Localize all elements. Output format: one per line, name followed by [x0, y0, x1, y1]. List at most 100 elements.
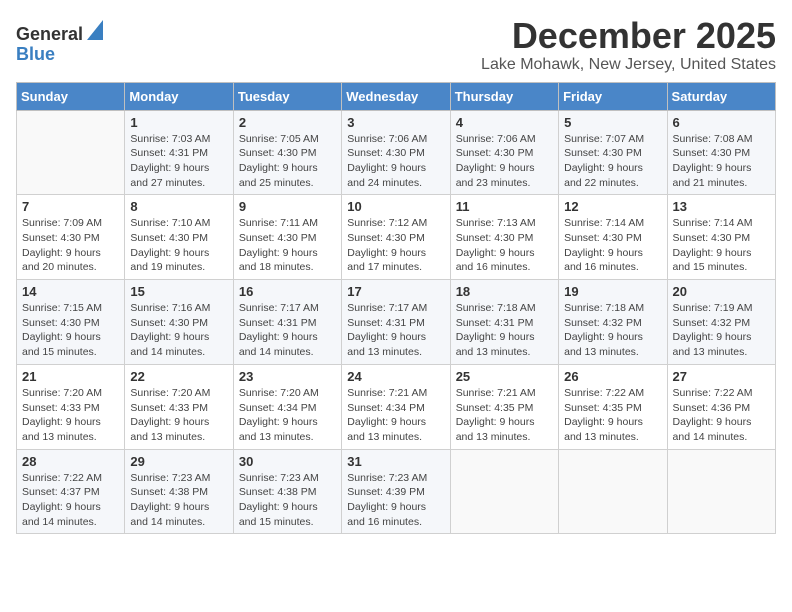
calendar-cell: 15 Sunrise: 7:16 AM Sunset: 4:30 PM Dayli… [125, 280, 233, 365]
day-number: 25 [456, 369, 553, 384]
day-info: Sunrise: 7:18 AM Sunset: 4:31 PM Dayligh… [456, 301, 553, 360]
title-area: December 2025 Lake Mohawk, New Jersey, U… [481, 16, 776, 74]
calendar-cell: 8 Sunrise: 7:10 AM Sunset: 4:30 PM Daylig… [125, 195, 233, 280]
calendar-cell: 25 Sunrise: 7:21 AM Sunset: 4:35 PM Dayli… [450, 364, 558, 449]
day-info: Sunrise: 7:19 AM Sunset: 4:32 PM Dayligh… [673, 301, 770, 360]
calendar-cell: 1 Sunrise: 7:03 AM Sunset: 4:31 PM Daylig… [125, 110, 233, 195]
calendar-cell: 4 Sunrise: 7:06 AM Sunset: 4:30 PM Daylig… [450, 110, 558, 195]
day-number: 14 [22, 284, 119, 299]
day-info: Sunrise: 7:14 AM Sunset: 4:30 PM Dayligh… [673, 216, 770, 275]
day-number: 22 [130, 369, 227, 384]
day-info: Sunrise: 7:16 AM Sunset: 4:30 PM Dayligh… [130, 301, 227, 360]
calendar-cell: 12Sunrise: 7:14 AM Sunset: 4:30 PM Dayli… [559, 195, 667, 280]
day-info: Sunrise: 7:10 AM Sunset: 4:30 PM Dayligh… [130, 216, 227, 275]
calendar-table: SundayMondayTuesdayWednesdayThursdayFrid… [16, 82, 776, 535]
calendar-cell: 2 Sunrise: 7:05 AM Sunset: 4:30 PM Daylig… [233, 110, 341, 195]
calendar-week-row: 28 Sunrise: 7:22 AM Sunset: 4:37 PM Dayli… [17, 449, 776, 534]
day-number: 27 [673, 369, 770, 384]
day-info: Sunrise: 7:20 AM Sunset: 4:33 PM Dayligh… [130, 386, 227, 445]
calendar-cell: 20 Sunrise: 7:19 AM Sunset: 4:32 PM Dayli… [667, 280, 775, 365]
day-number: 20 [673, 284, 770, 299]
calendar-cell: 16 Sunrise: 7:17 AM Sunset: 4:31 PM Dayli… [233, 280, 341, 365]
day-info: Sunrise: 7:12 AM Sunset: 4:30 PM Dayligh… [347, 216, 444, 275]
calendar-cell: 11 Sunrise: 7:13 AM Sunset: 4:30 PM Dayli… [450, 195, 558, 280]
day-number: 21 [22, 369, 119, 384]
day-number: 16 [239, 284, 336, 299]
calendar-cell: 31Sunrise: 7:23 AM Sunset: 4:39 PM Dayli… [342, 449, 450, 534]
day-number: 12 [564, 199, 661, 214]
day-info: Sunrise: 7:15 AM Sunset: 4:30 PM Dayligh… [22, 301, 119, 360]
day-info: Sunrise: 7:06 AM Sunset: 4:30 PM Dayligh… [456, 132, 553, 191]
calendar-week-row: 1 Sunrise: 7:03 AM Sunset: 4:31 PM Daylig… [17, 110, 776, 195]
day-info: Sunrise: 7:07 AM Sunset: 4:30 PM Dayligh… [564, 132, 661, 191]
day-number: 9 [239, 199, 336, 214]
day-info: Sunrise: 7:23 AM Sunset: 4:38 PM Dayligh… [239, 471, 336, 530]
calendar-cell: 30 Sunrise: 7:23 AM Sunset: 4:38 PM Dayli… [233, 449, 341, 534]
day-info: Sunrise: 7:17 AM Sunset: 4:31 PM Dayligh… [239, 301, 336, 360]
calendar-cell: 13Sunrise: 7:14 AM Sunset: 4:30 PM Dayli… [667, 195, 775, 280]
day-number: 10 [347, 199, 444, 214]
day-number: 17 [347, 284, 444, 299]
weekday-header-thursday: Thursday [450, 82, 558, 110]
calendar-cell: 29 Sunrise: 7:23 AM Sunset: 4:38 PM Dayli… [125, 449, 233, 534]
day-number: 4 [456, 115, 553, 130]
day-info: Sunrise: 7:11 AM Sunset: 4:30 PM Dayligh… [239, 216, 336, 275]
day-info: Sunrise: 7:18 AM Sunset: 4:32 PM Dayligh… [564, 301, 661, 360]
day-info: Sunrise: 7:22 AM Sunset: 4:35 PM Dayligh… [564, 386, 661, 445]
day-info: Sunrise: 7:17 AM Sunset: 4:31 PM Dayligh… [347, 301, 444, 360]
day-number: 6 [673, 115, 770, 130]
day-number: 24 [347, 369, 444, 384]
day-number: 11 [456, 199, 553, 214]
calendar-cell: 26 Sunrise: 7:22 AM Sunset: 4:35 PM Dayli… [559, 364, 667, 449]
day-info: Sunrise: 7:21 AM Sunset: 4:35 PM Dayligh… [456, 386, 553, 445]
weekday-header-friday: Friday [559, 82, 667, 110]
calendar-cell: 22 Sunrise: 7:20 AM Sunset: 4:33 PM Dayli… [125, 364, 233, 449]
day-number: 3 [347, 115, 444, 130]
logo-triangle-icon [87, 20, 103, 45]
calendar-cell: 7Sunrise: 7:09 AM Sunset: 4:30 PM Daylig… [17, 195, 125, 280]
calendar-cell: 27 Sunrise: 7:22 AM Sunset: 4:36 PM Dayli… [667, 364, 775, 449]
day-info: Sunrise: 7:05 AM Sunset: 4:30 PM Dayligh… [239, 132, 336, 191]
day-info: Sunrise: 7:20 AM Sunset: 4:34 PM Dayligh… [239, 386, 336, 445]
weekday-header-monday: Monday [125, 82, 233, 110]
day-info: Sunrise: 7:13 AM Sunset: 4:30 PM Dayligh… [456, 216, 553, 275]
logo-general-text: General [16, 25, 83, 43]
day-info: Sunrise: 7:23 AM Sunset: 4:38 PM Dayligh… [130, 471, 227, 530]
header: General Blue December 2025 Lake Mohawk, … [16, 16, 776, 74]
calendar-cell: 21Sunrise: 7:20 AM Sunset: 4:33 PM Dayli… [17, 364, 125, 449]
calendar-cell: 24Sunrise: 7:21 AM Sunset: 4:34 PM Dayli… [342, 364, 450, 449]
day-info: Sunrise: 7:03 AM Sunset: 4:31 PM Dayligh… [130, 132, 227, 191]
day-number: 1 [130, 115, 227, 130]
day-number: 5 [564, 115, 661, 130]
calendar-week-row: 14 Sunrise: 7:15 AM Sunset: 4:30 PM Dayli… [17, 280, 776, 365]
calendar-cell [667, 449, 775, 534]
calendar-cell [17, 110, 125, 195]
calendar-cell: 14 Sunrise: 7:15 AM Sunset: 4:30 PM Dayli… [17, 280, 125, 365]
calendar-cell: 6Sunrise: 7:08 AM Sunset: 4:30 PM Daylig… [667, 110, 775, 195]
calendar-cell: 9 Sunrise: 7:11 AM Sunset: 4:30 PM Daylig… [233, 195, 341, 280]
day-info: Sunrise: 7:09 AM Sunset: 4:30 PM Dayligh… [22, 216, 119, 275]
day-number: 8 [130, 199, 227, 214]
day-info: Sunrise: 7:22 AM Sunset: 4:36 PM Dayligh… [673, 386, 770, 445]
calendar-cell: 5 Sunrise: 7:07 AM Sunset: 4:30 PM Daylig… [559, 110, 667, 195]
day-info: Sunrise: 7:23 AM Sunset: 4:39 PM Dayligh… [347, 471, 444, 530]
day-info: Sunrise: 7:22 AM Sunset: 4:37 PM Dayligh… [22, 471, 119, 530]
day-number: 23 [239, 369, 336, 384]
weekday-header-saturday: Saturday [667, 82, 775, 110]
logo-blue-text: Blue [16, 45, 55, 63]
day-number: 29 [130, 454, 227, 469]
day-number: 2 [239, 115, 336, 130]
calendar-cell: 19 Sunrise: 7:18 AM Sunset: 4:32 PM Dayli… [559, 280, 667, 365]
calendar-cell: 17 Sunrise: 7:17 AM Sunset: 4:31 PM Dayli… [342, 280, 450, 365]
day-info: Sunrise: 7:06 AM Sunset: 4:30 PM Dayligh… [347, 132, 444, 191]
day-number: 15 [130, 284, 227, 299]
day-number: 28 [22, 454, 119, 469]
day-number: 30 [239, 454, 336, 469]
calendar-cell: 23 Sunrise: 7:20 AM Sunset: 4:34 PM Dayli… [233, 364, 341, 449]
weekday-header-tuesday: Tuesday [233, 82, 341, 110]
day-number: 19 [564, 284, 661, 299]
weekday-header-wednesday: Wednesday [342, 82, 450, 110]
calendar-cell [559, 449, 667, 534]
calendar-cell [450, 449, 558, 534]
day-number: 26 [564, 369, 661, 384]
